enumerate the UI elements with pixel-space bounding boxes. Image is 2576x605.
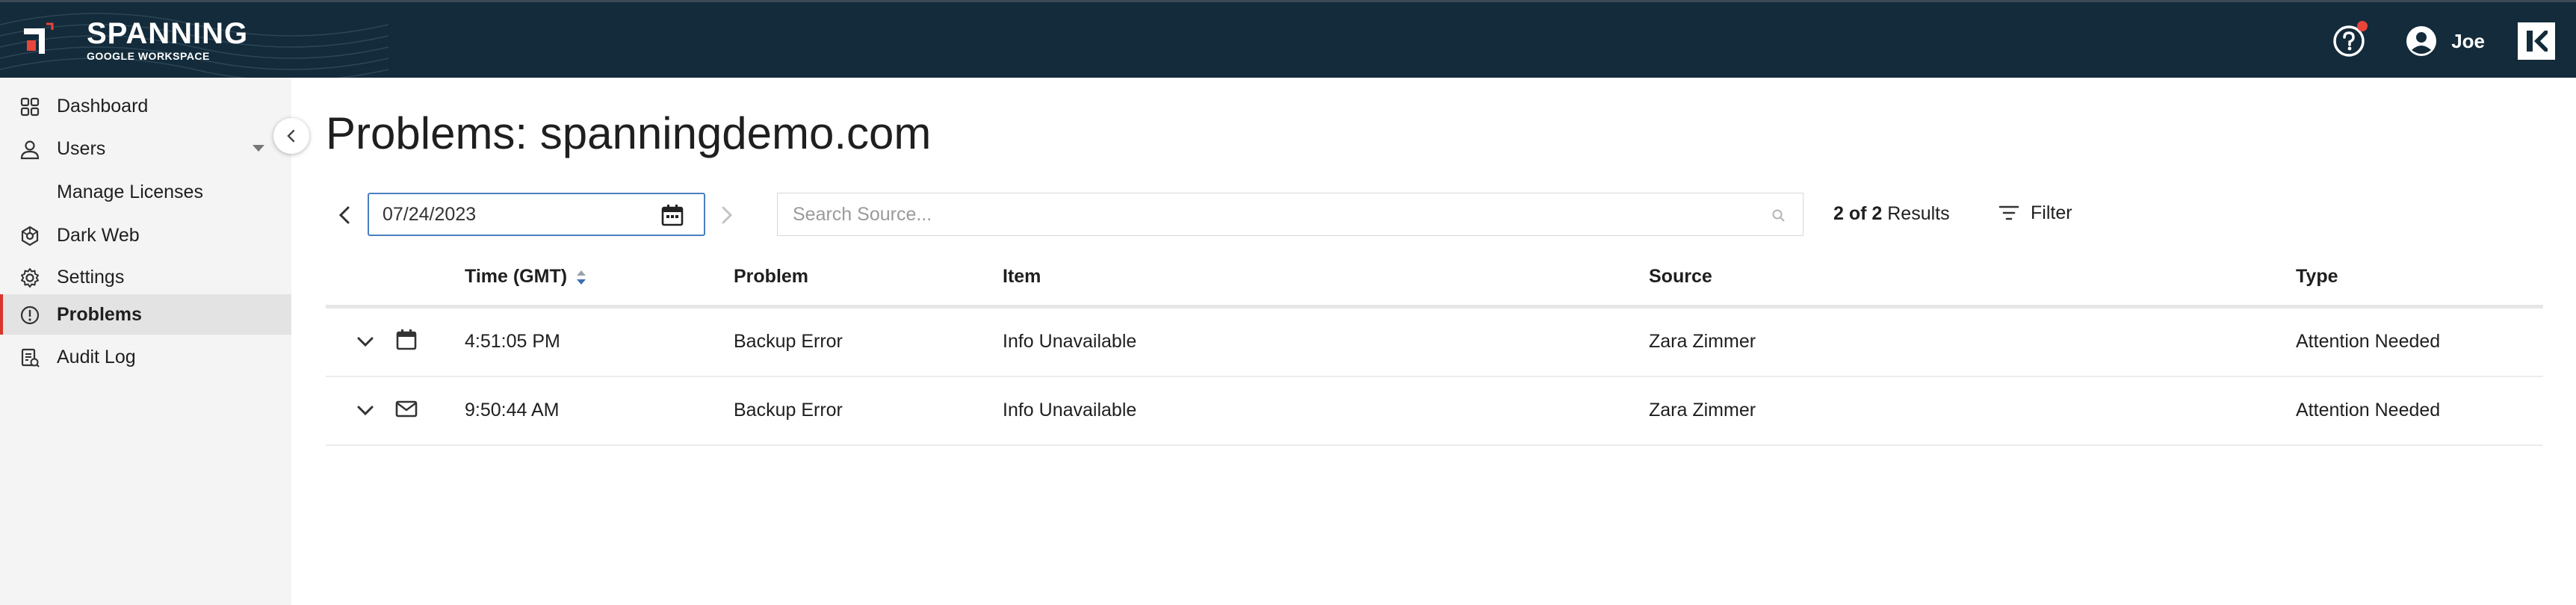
column-header-type[interactable]: Type xyxy=(2296,266,2338,288)
kaseya-logo-icon xyxy=(2527,31,2548,52)
collapse-sidebar-button[interactable] xyxy=(273,118,309,154)
brand-subtitle: GOOGLE WORKSPACE xyxy=(87,50,210,62)
expand-row-chevron-icon[interactable] xyxy=(353,329,378,355)
results-count: 2 of 2 Results xyxy=(1833,203,1950,225)
column-header-time[interactable]: Time (GMT) xyxy=(465,266,588,288)
calendar-icon[interactable] xyxy=(660,203,684,227)
table-row[interactable]: 4:51:05 PM Backup Error Info Unavailable… xyxy=(326,308,2543,377)
user-name: Joe xyxy=(2451,29,2485,52)
filter-button[interactable]: Filter xyxy=(1998,202,2072,224)
cell-problem: Backup Error xyxy=(734,331,843,352)
cell-item: Info Unavailable xyxy=(1003,331,1137,352)
column-header-label: Time (GMT) xyxy=(465,266,568,287)
cell-type: Attention Needed xyxy=(2296,400,2441,421)
sidebar-item-label: Dark Web xyxy=(57,224,140,246)
cell-type: Attention Needed xyxy=(2296,331,2441,352)
previous-day-button[interactable] xyxy=(333,203,357,227)
cell-time: 9:50:44 AM xyxy=(465,400,560,421)
cell-source: Zara Zimmer xyxy=(1649,331,1756,352)
column-header-source[interactable]: Source xyxy=(1649,266,1712,288)
sort-icon[interactable] xyxy=(575,267,588,288)
sidebar-item-dark-web[interactable]: Dark Web xyxy=(0,215,291,255)
date-input[interactable] xyxy=(369,196,645,233)
results-label: Results xyxy=(1887,203,1950,224)
calendar-icon xyxy=(396,329,417,350)
gear-icon xyxy=(21,268,39,288)
sidebar-item-label: Settings xyxy=(57,266,125,288)
sidebar-item-label: Audit Log xyxy=(57,346,136,367)
info-icon xyxy=(20,305,40,325)
dark-web-icon xyxy=(21,226,39,246)
user-icon xyxy=(20,140,40,160)
dashboard-icon xyxy=(20,97,40,117)
search-input[interactable] xyxy=(778,196,1749,233)
mail-icon xyxy=(395,400,418,418)
filter-icon xyxy=(1998,205,2019,220)
sidebar-item-settings[interactable]: Settings xyxy=(0,257,291,297)
column-header-label: Source xyxy=(1649,266,1712,287)
sidebar-item-label: Users xyxy=(57,137,106,159)
sidebar-item-label: Manage Licenses xyxy=(57,181,203,202)
sidebar-item-manage-licenses[interactable]: Manage Licenses xyxy=(0,172,291,212)
cell-time: 4:51:05 PM xyxy=(465,331,560,352)
audit-log-icon xyxy=(21,348,40,367)
results-number: 2 of 2 xyxy=(1833,203,1883,224)
sidebar-item-label: Problems xyxy=(57,303,142,325)
help-button[interactable] xyxy=(2332,21,2368,58)
top-bar: SPANNING GOOGLE WORKSPACE Joe xyxy=(0,0,2576,78)
expand-row-chevron-icon[interactable] xyxy=(353,398,378,424)
user-menu[interactable]: Joe xyxy=(2405,25,2485,58)
page-title: Problems: spanningdemo.com xyxy=(326,108,932,158)
spanning-logo-icon xyxy=(24,22,54,54)
sidebar-item-audit-log[interactable]: Audit Log xyxy=(0,337,291,377)
column-header-label: Item xyxy=(1003,266,1041,287)
sidebar-item-dashboard[interactable]: Dashboard xyxy=(0,86,291,126)
table-row[interactable]: 9:50:44 AM Backup Error Info Unavailable… xyxy=(326,377,2543,446)
chevron-down-icon[interactable] xyxy=(253,145,264,152)
sidebar-item-users[interactable]: Users xyxy=(0,128,291,169)
column-header-item[interactable]: Item xyxy=(1003,266,1041,288)
date-picker[interactable] xyxy=(368,193,705,236)
account-icon xyxy=(2406,26,2437,56)
cell-problem: Backup Error xyxy=(734,400,843,421)
sidebar-item-label: Dashboard xyxy=(57,95,149,117)
cell-item: Info Unavailable xyxy=(1003,400,1137,421)
spanning-logo[interactable]: SPANNING GOOGLE WORKSPACE xyxy=(19,19,248,62)
column-header-label: Problem xyxy=(734,266,809,287)
chevron-left-icon xyxy=(287,129,295,143)
filter-label: Filter xyxy=(2031,202,2072,223)
cell-source: Zara Zimmer xyxy=(1649,400,1756,421)
column-header-label: Type xyxy=(2296,266,2338,287)
sidebar-item-problems[interactable]: Problems xyxy=(0,294,291,335)
column-header-problem[interactable]: Problem xyxy=(734,266,808,288)
sidebar: Dashboard Users Manage Licenses Dark Web… xyxy=(0,78,291,605)
next-day-button[interactable] xyxy=(714,203,738,227)
search-icon[interactable] xyxy=(1771,208,1786,223)
kaseya-button[interactable] xyxy=(2518,22,2555,60)
search-source-field[interactable] xyxy=(777,193,1803,236)
brand-title: SPANNING xyxy=(87,17,249,50)
